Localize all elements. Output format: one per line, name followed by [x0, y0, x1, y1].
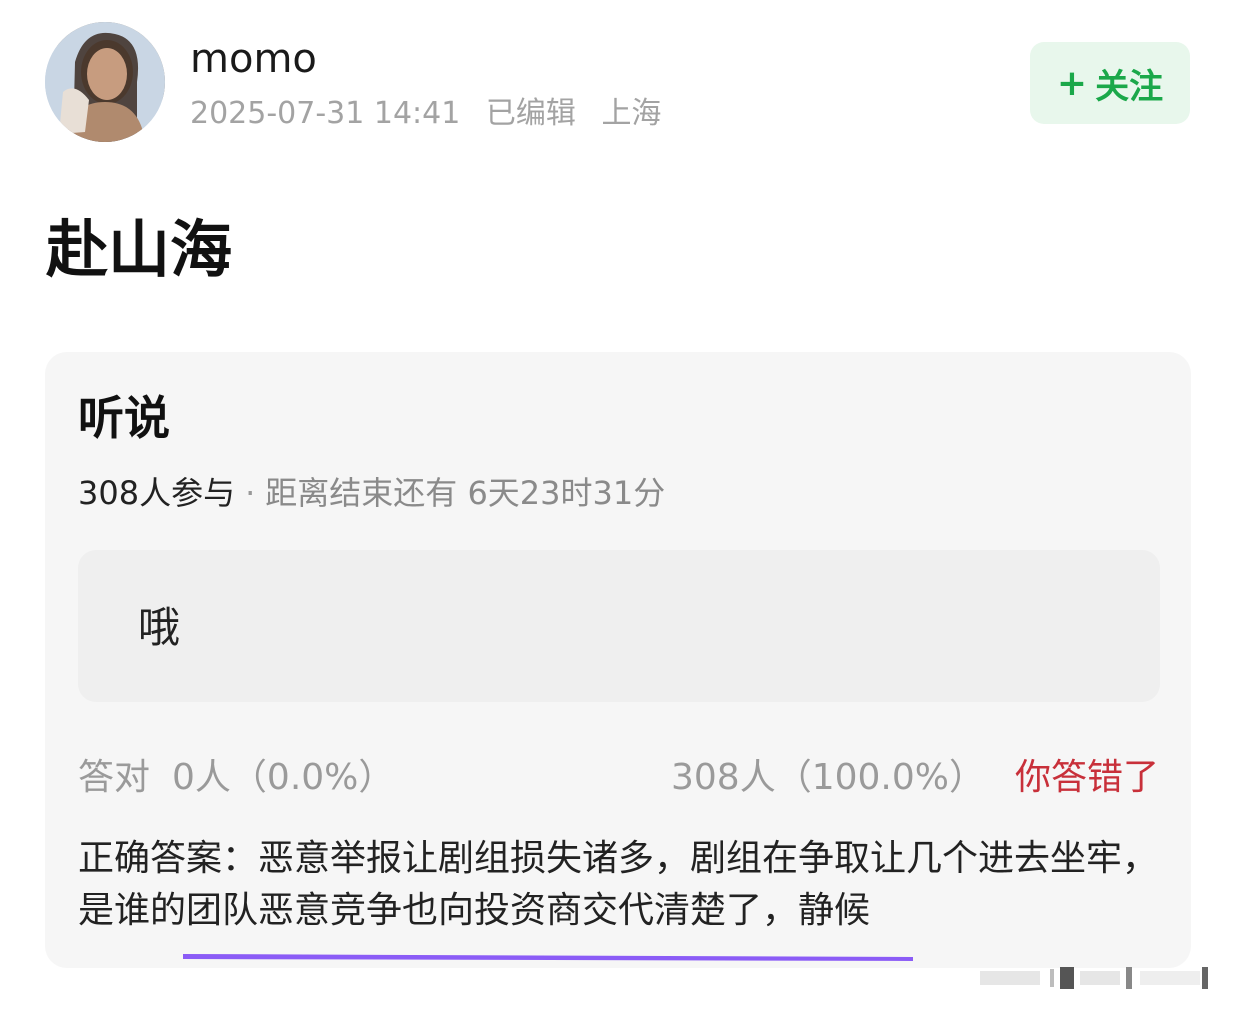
- follow-button[interactable]: + 关注: [1030, 42, 1190, 124]
- avatar[interactable]: [45, 22, 165, 142]
- time-remaining: 距离结束还有 6天23时31分: [265, 474, 666, 512]
- quiz-title: 听说: [78, 391, 170, 445]
- post-title: 赴山海: [46, 213, 233, 286]
- wrong-answer-label: 你答错了: [1014, 757, 1159, 798]
- post-location: 上海: [601, 96, 662, 131]
- post-datetime: 2025-07-31 14:41: [190, 96, 461, 131]
- post-meta: 2025-07-31 14:41 已编辑 上海: [190, 92, 677, 136]
- highlight-underline: [183, 950, 913, 962]
- wrong-stat: 308人（100.0%） 你答错了: [671, 752, 1159, 804]
- avatar-photo: [45, 22, 165, 142]
- correct-answer-text: 正确答案：恶意举报让剧组损失诸多，剧组在争取让几个进去坐牢，是谁的团队恶意竞争也…: [78, 838, 1159, 931]
- plus-icon: +: [1056, 62, 1088, 104]
- edited-label: 已编辑: [485, 96, 576, 131]
- quiz-option[interactable]: [78, 550, 1160, 702]
- quiz-option-label: 哦: [138, 603, 181, 652]
- correct-label: 答对: [78, 757, 151, 798]
- username[interactable]: momo: [190, 34, 317, 84]
- correct-stat: 答对 0人（0.0%）: [78, 752, 394, 804]
- meta-separator: ·: [245, 474, 256, 512]
- quiz-meta: 308人参与 · 距离结束还有 6天23时31分: [78, 470, 665, 516]
- participant-count: 308人参与: [78, 474, 236, 512]
- wrong-count: 308人（100.0%）: [671, 757, 985, 798]
- follow-label: 关注: [1095, 66, 1164, 107]
- correct-count: 0人（0.0%）: [172, 757, 395, 798]
- watermark-mark: [980, 967, 1208, 989]
